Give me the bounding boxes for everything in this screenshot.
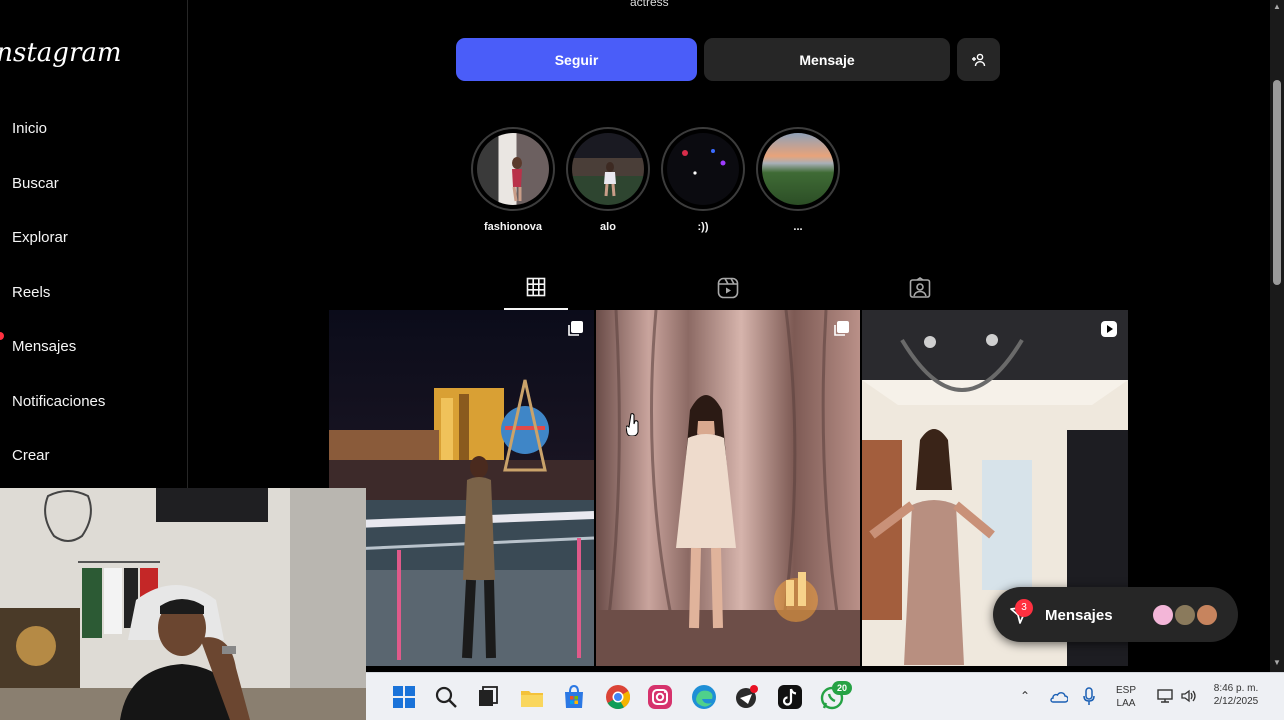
nav-item-create[interactable]: Crear bbox=[12, 447, 50, 464]
post-thumbnail[interactable] bbox=[596, 310, 860, 666]
highlight-label: :)) bbox=[697, 221, 709, 233]
unread-count-badge: 3 bbox=[1015, 599, 1033, 617]
message-button[interactable]: Mensaje bbox=[704, 38, 950, 81]
highlight-ring bbox=[471, 127, 555, 211]
story-highlight[interactable]: fashionova bbox=[471, 127, 555, 233]
system-clock[interactable]: 8:46 p. m. 2/12/2025 bbox=[1206, 682, 1266, 708]
post-image bbox=[596, 310, 860, 666]
reels-icon bbox=[717, 277, 739, 299]
scrollbar-thumb[interactable] bbox=[1273, 80, 1281, 285]
highlight-ring bbox=[756, 127, 840, 211]
input-language[interactable]: ESP LAA bbox=[1112, 684, 1140, 710]
input-language-code: ESP bbox=[1115, 685, 1136, 696]
nav-item-explore[interactable]: Explorar bbox=[12, 229, 68, 246]
whatsapp-unread-badge: 20 bbox=[832, 681, 852, 695]
nav-item-reels[interactable]: Reels bbox=[12, 284, 50, 301]
tab-posts[interactable] bbox=[504, 275, 568, 310]
messages-pill[interactable]: 3 Mensajes bbox=[993, 587, 1238, 642]
onedrive-icon[interactable] bbox=[1050, 689, 1068, 705]
search-icon[interactable] bbox=[432, 683, 460, 711]
profile-bio-text: actress bbox=[630, 0, 669, 9]
suggested-users-button[interactable] bbox=[957, 38, 1000, 81]
nav-item-notifications[interactable]: Notificaciones bbox=[12, 393, 105, 410]
nav-item-home[interactable]: Inicio bbox=[12, 120, 47, 137]
avatar bbox=[1151, 603, 1175, 627]
post-image bbox=[329, 310, 594, 666]
highlight-label: fashionova bbox=[483, 221, 543, 233]
volume-icon[interactable] bbox=[1180, 688, 1198, 704]
highlight-label: ... bbox=[793, 221, 803, 233]
clock-time: 8:46 p. m. bbox=[1213, 683, 1259, 694]
carousel-icon bbox=[568, 321, 583, 336]
highlight-thumbnail bbox=[477, 133, 549, 205]
nav-item-messages[interactable]: Mensajes bbox=[12, 338, 76, 355]
story-highlight[interactable]: alo bbox=[566, 127, 650, 233]
page-scrollbar[interactable]: ▲ ▼ bbox=[1270, 0, 1284, 672]
nav-item-search[interactable]: Buscar bbox=[12, 175, 59, 192]
chevron-up-icon[interactable]: ⌃ bbox=[1020, 689, 1030, 703]
messages-pill-label: Mensajes bbox=[1045, 607, 1113, 624]
sidebar: Instagram Inicio Buscar Explorar Reels M… bbox=[0, 0, 188, 488]
microphone-icon[interactable] bbox=[1082, 687, 1096, 707]
tagged-icon bbox=[909, 277, 931, 298]
chrome-icon[interactable] bbox=[604, 683, 632, 711]
edge-icon[interactable] bbox=[690, 683, 718, 711]
keyboard-layout-code: LAA bbox=[1116, 698, 1136, 709]
file-explorer-icon[interactable] bbox=[518, 683, 546, 711]
webcam-overlay bbox=[0, 488, 366, 720]
windows-start-icon[interactable] bbox=[390, 683, 418, 711]
hand-cursor-icon bbox=[626, 413, 639, 436]
highlight-ring bbox=[566, 127, 650, 211]
app-icon[interactable] bbox=[732, 683, 760, 711]
story-highlight[interactable]: ... bbox=[756, 127, 840, 233]
avatar bbox=[1195, 603, 1219, 627]
instagram-app-icon[interactable] bbox=[646, 683, 674, 711]
follow-button[interactable]: Seguir bbox=[456, 38, 697, 81]
scroll-down-icon[interactable]: ▼ bbox=[1273, 658, 1281, 667]
messages-notification-dot bbox=[0, 332, 4, 340]
highlight-thumbnail bbox=[667, 133, 739, 205]
scroll-up-icon[interactable]: ▲ bbox=[1273, 2, 1281, 11]
avatar bbox=[1173, 603, 1197, 627]
grid-icon bbox=[526, 277, 546, 297]
tab-tagged[interactable] bbox=[888, 275, 952, 310]
highlight-ring bbox=[661, 127, 745, 211]
tiktok-icon[interactable] bbox=[776, 683, 804, 711]
add-user-icon bbox=[971, 53, 985, 66]
tab-reels[interactable] bbox=[696, 275, 760, 310]
store-icon[interactable] bbox=[560, 683, 588, 711]
instagram-logo[interactable]: Instagram bbox=[0, 38, 122, 68]
reel-icon bbox=[1101, 321, 1117, 337]
network-icon[interactable] bbox=[1156, 688, 1174, 704]
clock-date: 2/12/2025 bbox=[1213, 696, 1259, 707]
highlight-thumbnail bbox=[762, 133, 834, 205]
carousel-icon bbox=[834, 321, 849, 336]
windows-taskbar: 20 ⌃ ESP LAA 8:46 p. m. 2/12/2025 bbox=[366, 672, 1284, 720]
highlight-thumbnail bbox=[572, 133, 644, 205]
story-highlight[interactable]: :)) bbox=[661, 127, 745, 233]
highlight-label: alo bbox=[600, 221, 616, 233]
webcam-image bbox=[0, 488, 366, 720]
task-view-icon[interactable] bbox=[474, 683, 502, 711]
post-thumbnail[interactable] bbox=[329, 310, 594, 666]
